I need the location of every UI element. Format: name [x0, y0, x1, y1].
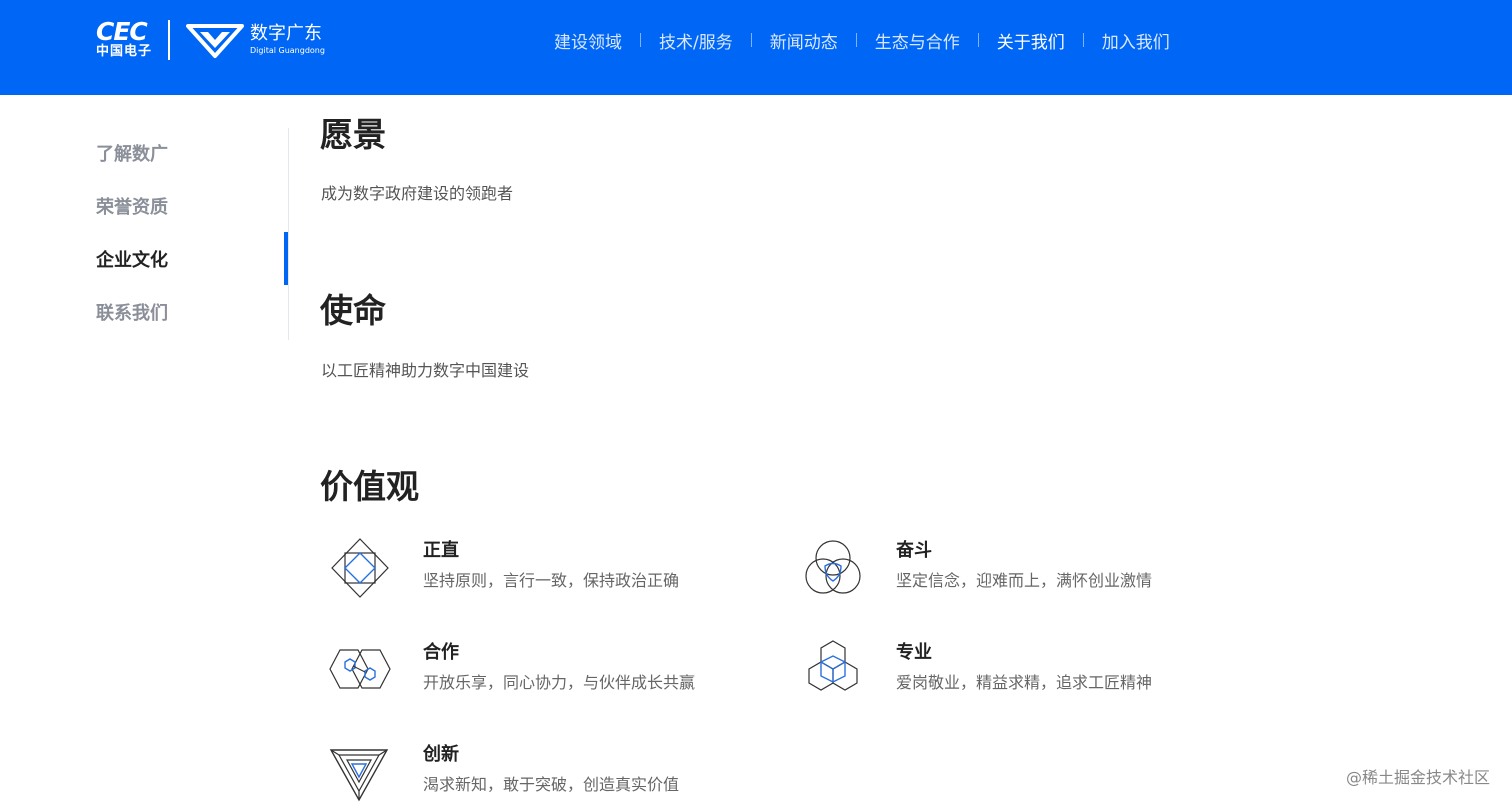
- values-title: 价值观: [320, 467, 419, 506]
- nav-separator: [855, 33, 857, 47]
- top-header: CEC 中国电子 数字广东 Digital Guangdong 建设领域 技术/…: [0, 0, 1512, 95]
- sidebar-active-indicator: [284, 232, 288, 285]
- brand-en: Digital Guangdong: [250, 46, 325, 55]
- logo-divider: [168, 20, 171, 60]
- mission-title: 使命: [320, 291, 386, 330]
- main-nav: 建设领域 技术/服务 新闻动态 生态与合作 关于我们 加入我们: [540, 0, 1184, 80]
- value-desc: 爱岗敬业，精益求精，追求工匠精神: [896, 673, 1153, 692]
- nav-separator: [977, 33, 979, 47]
- vision-title: 愿景: [320, 115, 386, 154]
- sidebar: 了解数广 荣誉资质 企业文化 联系我们: [96, 128, 289, 340]
- value-desc: 渴求新知，敢于突破，创造真实价值: [423, 775, 680, 794]
- nav-separator: [750, 33, 752, 47]
- value-desc: 坚定信念，迎难而上，满怀创业激情: [896, 571, 1153, 590]
- three-circles-icon: [805, 540, 861, 594]
- sidebar-item-honors[interactable]: 荣誉资质: [96, 181, 289, 234]
- value-desc: 开放乐享，同心协力，与伙伴成长共赢: [423, 673, 696, 692]
- nav-item-join-us[interactable]: 加入我们: [1088, 28, 1184, 53]
- hexagons-icon: [329, 649, 391, 689]
- diamond-square-icon: [331, 538, 389, 598]
- value-title: 奋斗: [896, 540, 932, 561]
- value-item-cooperation: 合作 开放乐享，同心协力，与伙伴成长共赢: [321, 638, 695, 702]
- impossible-triangle-icon: [329, 749, 389, 802]
- sidebar-item-contact[interactable]: 联系我们: [96, 287, 289, 340]
- value-desc: 坚持原则，言行一致，保持政治正确: [423, 571, 680, 590]
- value-title: 专业: [896, 642, 932, 663]
- cec-logo-text: CEC: [96, 17, 148, 46]
- cec-logo-subtext: 中国电子: [96, 44, 153, 59]
- nav-separator: [1082, 33, 1084, 47]
- brand-text: 数字广东 Digital Guangdong: [250, 23, 325, 57]
- cec-logo: CEC 中国电子: [96, 17, 153, 60]
- value-title: 合作: [423, 642, 459, 663]
- sidebar-divider: [288, 128, 289, 340]
- mission-text: 以工匠精神助力数字中国建设: [321, 361, 530, 380]
- nav-item-ecosystem[interactable]: 生态与合作: [861, 28, 974, 53]
- sidebar-item-about[interactable]: 了解数广: [96, 128, 289, 181]
- nav-item-tech-services[interactable]: 技术/服务: [645, 28, 747, 53]
- value-item-striving: 奋斗 坚定信念，迎难而上，满怀创业激情: [794, 536, 1152, 600]
- value-item-professional: 专业 爱岗敬业，精益求精，追求工匠精神: [794, 638, 1152, 702]
- value-item-integrity: 正直 坚持原则，言行一致，保持政治正确: [321, 536, 679, 600]
- sidebar-item-culture[interactable]: 企业文化: [96, 234, 289, 287]
- nav-item-about-us[interactable]: 关于我们: [983, 28, 1079, 53]
- digital-guangdong-logo-icon: [186, 24, 245, 58]
- brand-cn: 数字广东: [250, 23, 323, 44]
- nav-separator: [640, 33, 641, 47]
- watermark: @稀土掘金技术社区: [1345, 768, 1490, 787]
- value-title: 创新: [423, 744, 459, 765]
- nav-item-news[interactable]: 新闻动态: [756, 28, 852, 53]
- nav-item-construction[interactable]: 建设领域: [540, 28, 636, 53]
- value-item-innovation: 创新 渴求新知，敢于突破，创造真实价值: [321, 740, 679, 804]
- hexagon-cube-icon: [808, 640, 858, 691]
- logo[interactable]: CEC 中国电子 数字广东 Digital Guangdong: [96, 18, 325, 62]
- vision-text: 成为数字政府建设的领跑者: [321, 184, 514, 203]
- value-title: 正直: [423, 540, 459, 561]
